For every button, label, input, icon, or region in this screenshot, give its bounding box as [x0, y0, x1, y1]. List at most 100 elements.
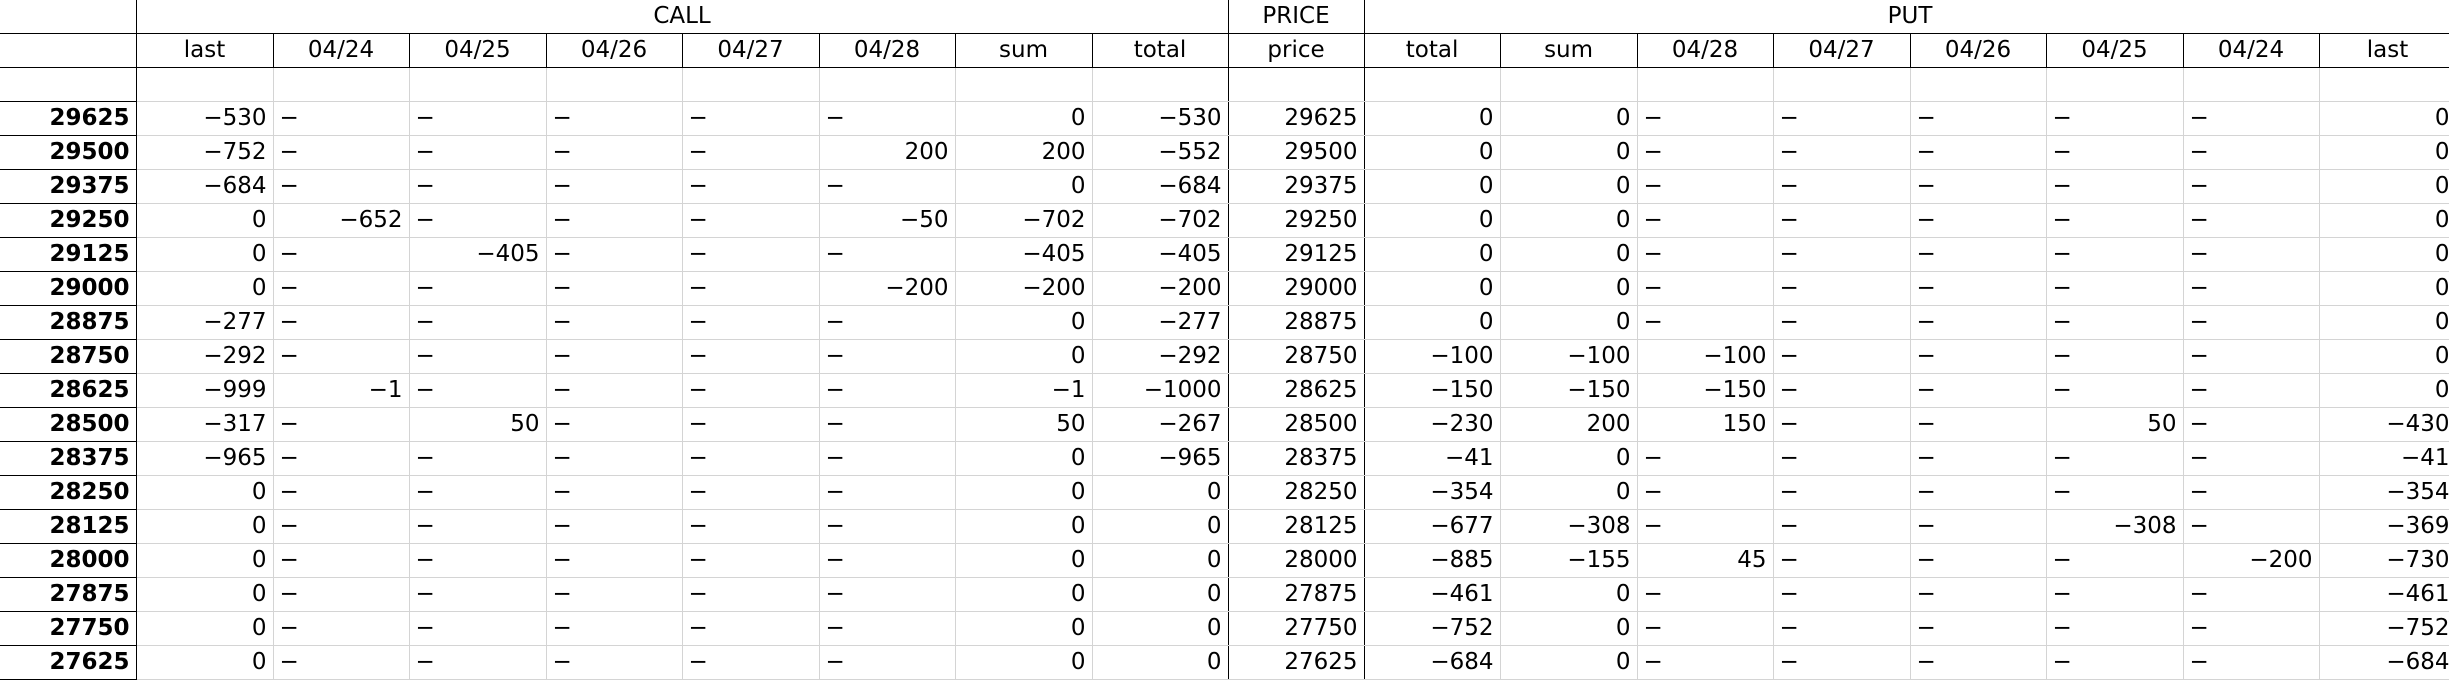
- table-cell[interactable]: −267: [1092, 407, 1229, 442]
- table-cell[interactable]: −: [1637, 203, 1774, 238]
- table-cell[interactable]: −: [409, 577, 547, 612]
- table-cell[interactable]: −: [409, 271, 547, 306]
- table-cell[interactable]: −885: [1364, 543, 1501, 578]
- table-cell[interactable]: 0: [955, 441, 1093, 476]
- table-cell[interactable]: −: [409, 305, 547, 340]
- table-cell[interactable]: −41: [1364, 441, 1501, 476]
- table-cell[interactable]: 45: [1637, 543, 1774, 578]
- table-cell[interactable]: −: [682, 509, 820, 544]
- table-cell[interactable]: −: [273, 339, 410, 374]
- table-cell[interactable]: 0: [136, 645, 274, 680]
- table-cell[interactable]: −: [2046, 339, 2184, 374]
- table-cell[interactable]: −354: [1364, 475, 1501, 510]
- table-cell[interactable]: −730: [2319, 543, 2449, 578]
- table-cell[interactable]: −: [409, 339, 547, 374]
- table-cell[interactable]: −: [546, 237, 683, 272]
- table-cell[interactable]: 0: [1500, 305, 1638, 340]
- table-cell[interactable]: −: [682, 577, 820, 612]
- table-cell[interactable]: −369: [2319, 509, 2449, 544]
- table-cell[interactable]: −200: [1092, 271, 1229, 306]
- table-cell[interactable]: −: [1773, 305, 1911, 340]
- table-cell[interactable]: −150: [1364, 373, 1501, 408]
- table-cell[interactable]: 0: [1364, 203, 1501, 238]
- table-cell[interactable]: −: [1910, 203, 2047, 238]
- table-cell[interactable]: −: [1910, 407, 2047, 442]
- price-cell[interactable]: 29250: [1228, 203, 1365, 238]
- table-cell[interactable]: −: [2046, 203, 2184, 238]
- table-cell[interactable]: −: [1637, 611, 1774, 646]
- table-cell[interactable]: −999: [136, 373, 274, 408]
- table-cell[interactable]: −752: [2319, 611, 2449, 646]
- table-cell[interactable]: −: [1773, 407, 1911, 442]
- table-cell[interactable]: −: [2046, 169, 2184, 204]
- table-cell[interactable]: −200: [2183, 543, 2320, 578]
- table-cell[interactable]: 0: [955, 645, 1093, 680]
- table-cell[interactable]: −: [546, 543, 683, 578]
- table-cell[interactable]: −308: [1500, 509, 1638, 544]
- table-cell[interactable]: −: [682, 305, 820, 340]
- table-cell[interactable]: −: [273, 407, 410, 442]
- table-cell[interactable]: −: [1773, 373, 1911, 408]
- table-cell[interactable]: 50: [409, 407, 547, 442]
- table-cell[interactable]: −: [1637, 509, 1774, 544]
- table-cell[interactable]: 150: [1637, 407, 1774, 442]
- table-cell[interactable]: 0: [955, 611, 1093, 646]
- price-cell[interactable]: 28625: [1228, 373, 1365, 408]
- table-cell[interactable]: −: [2183, 645, 2320, 680]
- price-cell[interactable]: 29625: [1228, 101, 1365, 136]
- price-cell[interactable]: 29000: [1228, 271, 1365, 306]
- table-cell[interactable]: −: [819, 509, 956, 544]
- table-cell[interactable]: [1500, 67, 1638, 102]
- table-cell[interactable]: [1910, 67, 2047, 102]
- table-cell[interactable]: −: [819, 101, 956, 136]
- table-cell[interactable]: 0: [1500, 475, 1638, 510]
- table-cell[interactable]: −: [1910, 475, 2047, 510]
- table-cell[interactable]: 0: [1092, 543, 1229, 578]
- table-cell[interactable]: −: [2183, 509, 2320, 544]
- table-cell[interactable]: −405: [409, 237, 547, 272]
- table-cell[interactable]: −354: [2319, 475, 2449, 510]
- table-cell[interactable]: −200: [955, 271, 1093, 306]
- price-cell[interactable]: 28375: [1228, 441, 1365, 476]
- table-cell[interactable]: 0: [1500, 203, 1638, 238]
- table-cell[interactable]: −530: [1092, 101, 1229, 136]
- table-cell[interactable]: −: [819, 441, 956, 476]
- table-cell[interactable]: −1000: [1092, 373, 1229, 408]
- table-cell[interactable]: −292: [136, 339, 274, 374]
- table-cell[interactable]: −: [2046, 543, 2184, 578]
- table-cell[interactable]: −: [2046, 305, 2184, 340]
- table-cell[interactable]: −: [2183, 203, 2320, 238]
- table-cell[interactable]: 0: [1500, 645, 1638, 680]
- table-cell[interactable]: 0: [136, 475, 274, 510]
- table-cell[interactable]: −: [546, 373, 683, 408]
- table-cell[interactable]: [819, 67, 956, 102]
- table-cell[interactable]: 0: [2319, 135, 2449, 170]
- table-cell[interactable]: −: [682, 169, 820, 204]
- table-cell[interactable]: −: [1637, 101, 1774, 136]
- table-cell[interactable]: −: [2046, 611, 2184, 646]
- table-cell[interactable]: −: [1773, 475, 1911, 510]
- table-cell[interactable]: 0: [1092, 509, 1229, 544]
- table-cell[interactable]: −: [1910, 509, 2047, 544]
- table-cell[interactable]: [1364, 67, 1501, 102]
- table-cell[interactable]: 0: [1092, 577, 1229, 612]
- table-cell[interactable]: −: [1773, 271, 1911, 306]
- table-cell[interactable]: 0: [1500, 577, 1638, 612]
- table-cell[interactable]: 0: [955, 339, 1093, 374]
- table-cell[interactable]: −: [2046, 237, 2184, 272]
- table-cell[interactable]: −: [2046, 645, 2184, 680]
- table-cell[interactable]: −: [819, 305, 956, 340]
- table-cell[interactable]: −552: [1092, 135, 1229, 170]
- table-cell[interactable]: −: [1637, 645, 1774, 680]
- table-cell[interactable]: −: [2183, 373, 2320, 408]
- table-cell[interactable]: −100: [1364, 339, 1501, 374]
- table-cell[interactable]: −461: [1364, 577, 1501, 612]
- table-cell[interactable]: 50: [2046, 407, 2184, 442]
- table-cell[interactable]: −: [819, 237, 956, 272]
- table-cell[interactable]: 0: [1500, 169, 1638, 204]
- table-cell[interactable]: −: [1910, 611, 2047, 646]
- table-cell[interactable]: −: [1910, 169, 2047, 204]
- table-cell[interactable]: −: [2183, 611, 2320, 646]
- table-cell[interactable]: −: [682, 101, 820, 136]
- table-cell[interactable]: 0: [955, 101, 1093, 136]
